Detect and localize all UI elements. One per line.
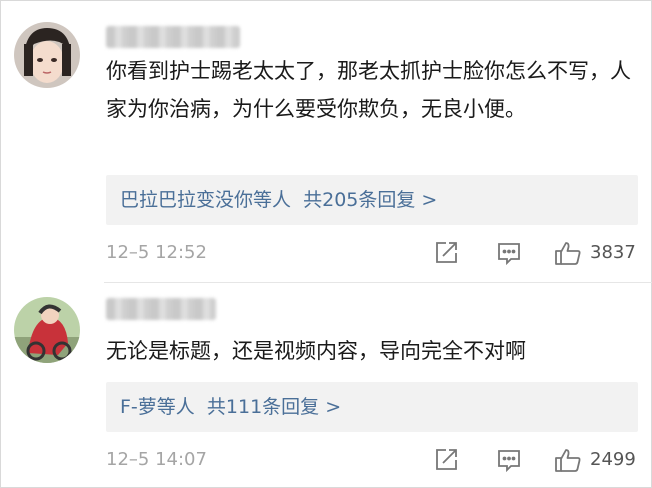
share-icon[interactable] (433, 447, 459, 473)
share-icon[interactable] (433, 240, 459, 266)
like-count: 3837 (590, 242, 636, 263)
timestamp: 12–5 14:07 (106, 449, 207, 470)
reply-count-link[interactable]: 共205条回复 > (303, 189, 437, 211)
username-blurred[interactable] (106, 298, 216, 320)
comment-text: 无论是标题，还是视频内容，导向完全不对啊 (106, 339, 526, 363)
timestamp: 12–5 12:52 (106, 242, 207, 263)
reply-count-link[interactable]: 共111条回复 > (207, 396, 341, 418)
reply-users: 巴拉巴拉变没你等人 (120, 189, 292, 211)
thumbs-up-icon[interactable] (554, 447, 581, 473)
avatar[interactable] (14, 297, 80, 363)
username-blurred[interactable] (106, 26, 240, 48)
comment-divider (104, 282, 652, 283)
comment-text: 你看到护士踢老太太了，那老太抓护士脸你怎么不写，人家为你治病，为什么要受你欺负，… (106, 59, 631, 121)
like-count: 2499 (590, 449, 636, 470)
thumbs-up-icon[interactable] (554, 240, 581, 266)
comment-meta: 12–5 12:52 3837 (106, 238, 640, 268)
comment-icon[interactable] (496, 447, 522, 473)
replies-summary[interactable]: F-萝等人 共111条回复 > (106, 382, 638, 432)
comment-item: 你看到护士踢老太太了，那老太抓护士脸你怎么不写，人家为你治病，为什么要受你欺负，… (0, 0, 652, 280)
comment-icon[interactable] (496, 240, 522, 266)
avatar[interactable] (14, 22, 80, 88)
replies-summary[interactable]: 巴拉巴拉变没你等人 共205条回复 > (106, 175, 638, 225)
reply-users: F-萝等人 (120, 396, 195, 418)
comment-meta: 12–5 14:07 2499 (106, 445, 640, 475)
comment-item: 无论是标题，还是视频内容，导向完全不对啊 F-萝等人 共111条回复 > 12–… (0, 288, 652, 488)
